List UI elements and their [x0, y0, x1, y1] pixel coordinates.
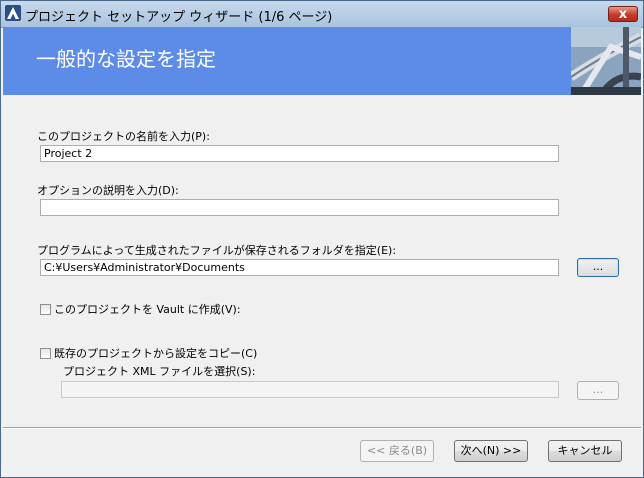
setup-wizard-window: プロジェクト セットアップ ウィザード (1/6 ページ) x 一般的な設定を指…	[0, 0, 644, 478]
title-bar[interactable]: プロジェクト セットアップ ウィザード (1/6 ページ) x	[1, 1, 643, 28]
page-title: 一般的な設定を指定	[36, 47, 216, 71]
next-button[interactable]: 次へ(N) >>	[454, 440, 528, 462]
browse-xml-button[interactable]: ...	[577, 381, 619, 400]
output-folder-input[interactable]: C:¥Users¥Administrator¥Documents	[40, 259, 559, 276]
copy-settings-checkbox[interactable]	[40, 347, 51, 359]
project-name-input[interactable]: Project 2	[40, 145, 559, 162]
vault-checkbox-label: このプロジェクトを Vault に作成(V):	[54, 303, 241, 316]
project-name-label: このプロジェクトの名前を入力(P):	[37, 130, 210, 143]
xml-file-input[interactable]	[61, 381, 559, 398]
copy-settings-label: 既存のプロジェクトから設定をコピー(C)	[54, 347, 258, 360]
cancel-button[interactable]: キャンセル	[548, 440, 622, 462]
header-banner: 一般的な設定を指定	[3, 27, 641, 95]
wizard-content: このプロジェクトの名前を入力(P): Project 2 オプションの説明を入力…	[3, 95, 641, 427]
copy-settings-option[interactable]: 既存のプロジェクトから設定をコピー(C)	[40, 345, 258, 360]
close-button[interactable]: x	[608, 6, 638, 22]
vault-option[interactable]: このプロジェクトを Vault に作成(V):	[40, 301, 241, 316]
app-logo-icon	[5, 5, 21, 21]
browse-folder-button[interactable]: ...	[577, 258, 619, 277]
back-button[interactable]: << 戻る(B)	[360, 440, 434, 462]
window-title: プロジェクト セットアップ ウィザード (1/6 ページ)	[25, 10, 333, 25]
vault-checkbox[interactable]	[40, 303, 51, 315]
xml-file-label: プロジェクト XML ファイルを選択(S):	[63, 365, 256, 378]
description-input[interactable]	[40, 199, 559, 216]
footer-separator	[3, 427, 641, 429]
industrial-pipes-image	[571, 27, 641, 95]
output-folder-label: プログラムによって生成されたファイルが保存されるフォルダを指定(E):	[37, 244, 397, 257]
description-label: オプションの説明を入力(D):	[37, 184, 179, 197]
